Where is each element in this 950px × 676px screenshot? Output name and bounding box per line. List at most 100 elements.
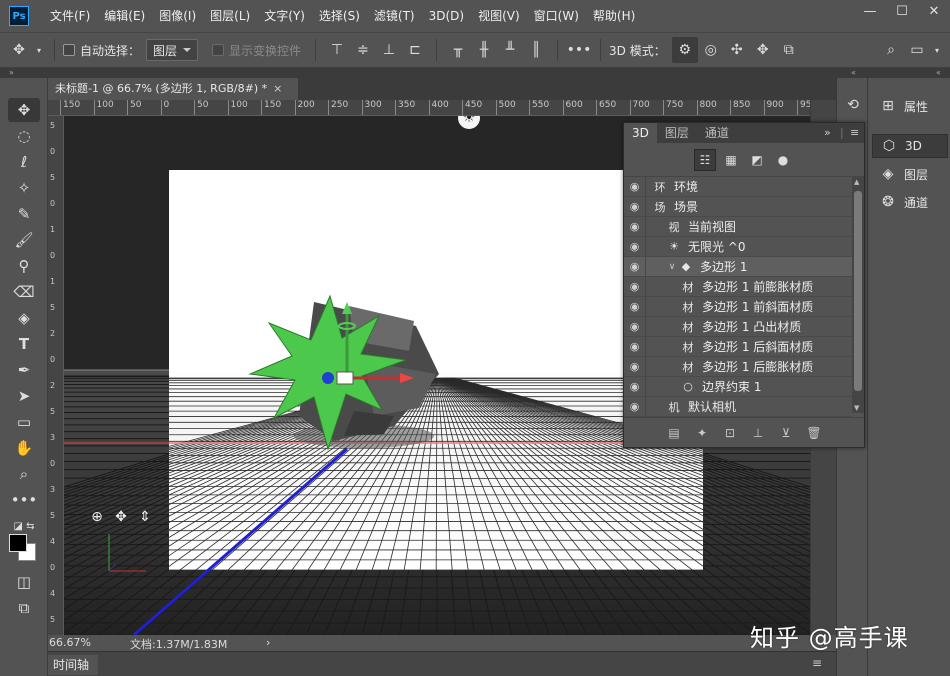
tab-channels[interactable]: 通道 [697, 123, 737, 143]
history-icon[interactable]: ⟲ [842, 94, 864, 116]
marquee-tool-icon[interactable]: ◌ [8, 124, 40, 148]
visibility-eye-icon[interactable]: ◉ [624, 176, 646, 197]
scene-tree-row[interactable]: ◉ 材多边形 1 前斜面材质 [624, 296, 852, 317]
menu-view[interactable]: 视图(V) [471, 0, 527, 32]
type-tool-icon[interactable]: T [8, 332, 40, 356]
scroll-thumb[interactable] [854, 191, 862, 391]
minimize-icon[interactable]: — [854, 0, 886, 22]
menu-3d[interactable]: 3D(D) [422, 0, 471, 32]
align-vcenter-icon[interactable]: ≑ [350, 37, 376, 63]
dolly-widget-icon[interactable]: ⇕ [136, 508, 154, 526]
visibility-eye-icon[interactable]: ◉ [624, 256, 646, 277]
drag-3d-icon[interactable]: ✣ [724, 37, 750, 63]
filter-lights-icon[interactable]: ● [772, 149, 794, 171]
distribute-center-icon[interactable]: ╫ [471, 37, 497, 63]
scene-tree-row[interactable]: ◉ 环环境 [624, 176, 852, 197]
tab-3d[interactable]: 3D [624, 123, 657, 143]
auto-select-checkbox[interactable] [63, 44, 75, 56]
quick-mask-icon[interactable]: ◫ [8, 570, 40, 594]
visibility-eye-icon[interactable]: ◉ [624, 376, 646, 397]
move-to-origin-icon[interactable]: ⊻ [777, 424, 795, 442]
eraser-tool-icon[interactable]: ⌫ [8, 280, 40, 304]
filter-meshes-icon[interactable]: ▦ [720, 149, 742, 171]
timeline-tab[interactable]: 时间轴 [48, 655, 98, 675]
move-tool-icon[interactable]: ✥ [6, 37, 32, 63]
panel-menu-icon[interactable]: ≡ [850, 123, 859, 143]
paint-bucket-tool-icon[interactable]: ◈ [8, 306, 40, 330]
scene-tree-row[interactable]: ◉ 材多边形 1 后膨胀材质 [624, 356, 852, 377]
align-left-icon[interactable]: ⊏ [402, 37, 428, 63]
menu-filter[interactable]: 滤镜(T) [367, 0, 422, 32]
foreground-color-swatch[interactable] [9, 534, 27, 552]
pan-widget-icon[interactable]: ✥ [112, 508, 130, 526]
pen-tool-icon[interactable]: ✒ [8, 358, 40, 382]
rectangle-tool-icon[interactable]: ▭ [8, 410, 40, 434]
align-top-icon[interactable]: ⊤ [324, 37, 350, 63]
path-select-tool-icon[interactable]: ➤ [8, 384, 40, 408]
menu-select[interactable]: 选择(S) [312, 0, 367, 32]
visibility-eye-icon[interactable]: ◉ [624, 396, 646, 417]
menu-image[interactable]: 图像(I) [152, 0, 203, 32]
screen-mode-icon[interactable]: ⧉ [8, 596, 40, 620]
menu-edit[interactable]: 编辑(E) [97, 0, 152, 32]
brush-tool-icon[interactable]: 🖌 [8, 228, 40, 252]
roll-3d-icon[interactable]: ◎ [698, 37, 724, 63]
scene-tree-row[interactable]: ◉ 视当前视图 [624, 216, 852, 237]
orbit-widget-icon[interactable]: ⊕ [88, 508, 106, 526]
auto-select-target-select[interactable]: 图层 [146, 39, 199, 61]
menu-window[interactable]: 窗口(W) [527, 0, 586, 32]
scene-tree-row[interactable]: ◉ ☀ 无限光 ^0 [624, 236, 852, 257]
properties-panel-button[interactable]: ⊞ 属性 [872, 94, 948, 118]
orbit-3d-icon[interactable]: ⚙ [671, 37, 698, 63]
tab-layers[interactable]: 图层 [657, 123, 697, 143]
delete-icon[interactable]: 🗑 [805, 424, 823, 442]
distribute-bottom-icon[interactable]: ╨ [497, 37, 523, 63]
new-mesh-icon[interactable]: ⊡ [721, 424, 739, 442]
more-options-button[interactable]: ••• [566, 37, 592, 63]
3d-tree-scrollbar[interactable]: ▲ ▼ [852, 177, 864, 413]
3d-panel-button[interactable]: ⬡ 3D [872, 134, 948, 158]
visibility-eye-icon[interactable]: ◉ [624, 196, 646, 217]
status-menu-arrow[interactable]: › [266, 636, 270, 649]
zoom-tool-icon[interactable]: ⌕ [8, 462, 40, 486]
align-bottom-icon[interactable]: ⊥ [376, 37, 402, 63]
magic-wand-tool-icon[interactable]: ✧ [8, 176, 40, 200]
collapse-toolbox-icon[interactable]: » [9, 68, 14, 78]
expand-panel-icon[interactable]: » [824, 123, 831, 143]
distribute-horizontal-icon[interactable]: ║ [523, 37, 549, 63]
search-icon[interactable]: ⌕ [878, 37, 904, 63]
visibility-eye-icon[interactable]: ◉ [624, 236, 646, 257]
collapse-dock-icon[interactable]: « [851, 68, 856, 78]
collapse-panels-icon[interactable]: « [936, 68, 941, 78]
scene-tree-row[interactable]: ◉ 材多边形 1 凸出材质 [624, 316, 852, 337]
scene-tree-row[interactable]: ◉ ○ 边界约束 1 [624, 376, 852, 397]
filter-materials-icon[interactable]: ◩ [746, 149, 768, 171]
expand-chevron-icon[interactable]: ∨ [666, 262, 678, 272]
scene-tree-row[interactable]: ◉ 机默认相机 [624, 396, 852, 417]
show-transform-checkbox[interactable] [212, 44, 225, 56]
channels-panel-button[interactable]: ❂ 通道 [872, 190, 948, 214]
visibility-eye-icon[interactable]: ◉ [624, 276, 646, 297]
visibility-eye-icon[interactable]: ◉ [624, 216, 646, 237]
scene-tree-row[interactable]: ◉ ∨ ◆ 多边形 1 [624, 256, 852, 277]
close-document-icon[interactable]: × [273, 82, 282, 95]
scene-tree-row[interactable]: ◉ 材多边形 1 后斜面材质 [624, 336, 852, 357]
filter-whole-scene-icon[interactable]: ☷ [694, 148, 716, 171]
stamp-tool-icon[interactable]: ⚲ [8, 254, 40, 278]
visibility-eye-icon[interactable]: ◉ [624, 296, 646, 317]
tool-preset-dropdown-icon[interactable]: ▾ [32, 37, 46, 63]
visibility-eye-icon[interactable]: ◉ [624, 316, 646, 337]
render-icon[interactable]: ▤ [665, 424, 683, 442]
scene-tree-row[interactable]: ◉ 材多边形 1 前膨胀材质 [624, 276, 852, 297]
workspace-dropdown-icon[interactable]: ▾ [930, 37, 944, 63]
lasso-tool-icon[interactable]: ℓ [8, 150, 40, 174]
eyedropper-tool-icon[interactable]: ✎ [8, 202, 40, 226]
menu-file[interactable]: 文件(F) [43, 0, 97, 32]
menu-type[interactable]: 文字(Y) [257, 0, 312, 32]
zoom-level[interactable]: 66.67% [49, 636, 91, 649]
menu-layer[interactable]: 图层(L) [203, 0, 257, 32]
workspace-icon[interactable]: ▭ [904, 37, 930, 63]
more-tools-icon[interactable]: ••• [8, 488, 40, 512]
move-to-ground-icon[interactable]: ⊥ [749, 424, 767, 442]
close-icon[interactable]: ✕ [918, 0, 950, 22]
